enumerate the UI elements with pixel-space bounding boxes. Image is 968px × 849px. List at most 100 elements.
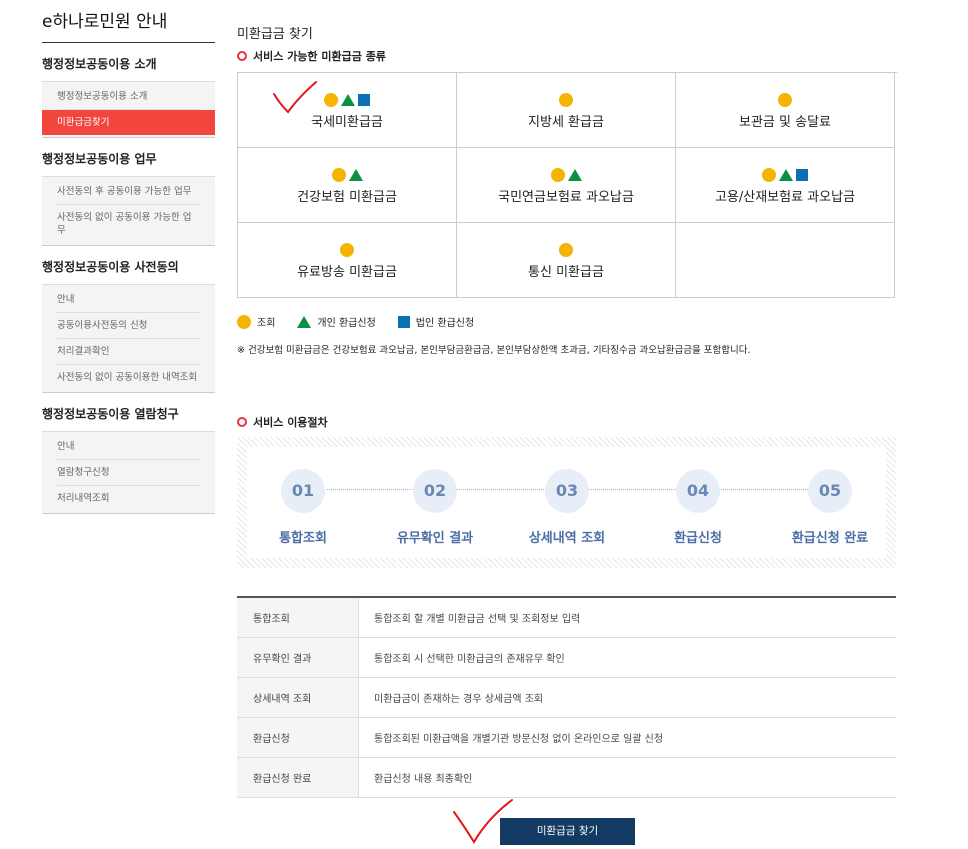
legend: 조회 개인 환급신청 법인 환급신청 <box>237 314 496 329</box>
table-cell-desc: 통합조회 할 개별 미환급금 선택 및 조회정보 입력 <box>358 597 896 638</box>
table-cell-desc: 통합조회 시 선택한 미환급금의 존재유무 확인 <box>358 637 896 678</box>
triangle-icon <box>567 169 582 181</box>
process-heading: 서비스 이용절차 <box>237 414 328 430</box>
square-icon <box>796 169 808 181</box>
sidebar-sub-list: 행정정보공동이용 소개 미환급금찾기 <box>42 82 215 138</box>
refund-type-icons <box>238 168 456 182</box>
bullet-icon <box>237 417 247 427</box>
process-heading-text: 서비스 이용절차 <box>253 416 328 429</box>
table-cell-step: 통합조회 <box>237 597 359 638</box>
sidebar-section-title[interactable]: 행정정보공동이용 사전동의 <box>42 246 215 285</box>
note-text: ※ 건강보험 미환급금은 건강보험료 과오납금, 본인부담금환급금, 본인부담상… <box>237 345 751 356</box>
table-row: 환급신청 완료 환급신청 내용 최종확인 <box>237 757 896 798</box>
types-heading: 서비스 가능한 미환급금 종류 <box>237 48 386 64</box>
square-icon <box>397 316 410 328</box>
step-5: 05 환급신청 완료 <box>760 469 900 546</box>
step-number: 02 <box>413 469 457 513</box>
process-steps: 01 통합조회 02 유무확인 결과 03 상세내역 조회 04 환급신청 05… <box>237 437 896 568</box>
table-cell-step: 유무확인 결과 <box>237 637 359 678</box>
step-number: 05 <box>808 469 852 513</box>
sidebar-item[interactable]: 안내 <box>57 434 200 460</box>
legend-item-personal: 개인 환급신청 <box>297 314 376 329</box>
refund-type-cell[interactable]: 보관금 및 송달료 <box>676 73 895 148</box>
refund-type-cell[interactable]: 지방세 환급금 <box>457 73 676 148</box>
refund-type-icons <box>676 93 894 107</box>
sidebar-title: e하나로민원 안내 <box>42 2 215 43</box>
process-table: 통합조회 통합조회 할 개별 미환급금 선택 및 조회정보 입력 유무확인 결과 통… <box>237 596 896 798</box>
step-number: 03 <box>545 469 589 513</box>
refund-type-label: 국민연금보험료 과오납금 <box>498 190 634 205</box>
sidebar-item[interactable]: 공동이용사전동의 신청 <box>57 313 200 339</box>
refund-type-label: 유료방송 미환급금 <box>297 265 397 280</box>
refund-type-label: 고용/산재보험료 과오납금 <box>714 190 856 205</box>
step-number: 04 <box>676 469 720 513</box>
step-2: 02 유무확인 결과 <box>365 469 505 546</box>
sidebar-item-intro[interactable]: 행정정보공동이용 소개 <box>57 84 200 110</box>
sidebar-sub-list: 안내 공동이용사전동의 신청 처리결과확인 사전동의 없이 공동이용한 내역조회 <box>42 285 215 393</box>
table-cell-desc: 환급신청 내용 최종확인 <box>358 757 896 798</box>
square-icon <box>358 94 370 106</box>
circle-icon <box>762 168 776 182</box>
legend-label: 조회 <box>257 318 276 329</box>
refund-type-cell <box>676 223 895 298</box>
refund-type-cell[interactable]: 통신 미환급금 <box>457 223 676 298</box>
refund-search-button[interactable]: 미환급금 찾기 <box>500 818 635 845</box>
sidebar-item[interactable]: 사전동의 없이 공동이용한 내역조회 <box>57 365 200 390</box>
step-4: 04 환급신청 <box>628 469 768 546</box>
refund-type-icons <box>676 243 894 257</box>
refund-type-icons <box>238 243 456 257</box>
sidebar-sub-list: 안내 열람청구신청 처리내역조회 <box>42 432 215 514</box>
sidebar-section-title[interactable]: 행정정보공동이용 열람청구 <box>42 393 215 432</box>
refund-type-cell[interactable]: 국민연금보험료 과오납금 <box>457 148 676 223</box>
refund-type-icons <box>676 168 894 182</box>
refund-type-cell[interactable]: 건강보험 미환급금 <box>238 148 457 223</box>
circle-icon <box>331 168 346 182</box>
refund-type-cell[interactable]: 유료방송 미환급금 <box>238 223 457 298</box>
table-row: 상세내역 조회 미환급금이 존재하는 경우 상세금액 조회 <box>237 677 896 718</box>
step-number: 01 <box>281 469 325 513</box>
circle-icon <box>324 93 338 107</box>
legend-label: 개인 환급신청 <box>317 318 376 329</box>
refund-type-icons <box>457 168 675 182</box>
sidebar-item[interactable]: 사전동의 없이 공동이용 가능한 업무 <box>57 205 200 243</box>
circle-icon <box>778 93 792 107</box>
circle-icon <box>550 168 565 182</box>
types-heading-text: 서비스 가능한 미환급금 종류 <box>253 50 386 63</box>
legend-label: 법인 환급신청 <box>415 318 475 329</box>
circle-icon <box>237 314 251 329</box>
triangle-icon <box>297 316 312 328</box>
red-check-mark-icon <box>453 799 513 844</box>
step-3: 03 상세내역 조회 <box>497 469 637 546</box>
sidebar-item[interactable]: 사전동의 후 공동이용 가능한 업무 <box>57 179 200 205</box>
refund-type-icons <box>457 93 675 107</box>
sidebar-item[interactable]: 안내 <box>57 287 200 313</box>
refund-type-cell[interactable]: 고용/산재보험료 과오납금 <box>676 148 895 223</box>
red-check-mark-icon <box>273 81 317 114</box>
circle-icon <box>559 93 573 107</box>
step-name: 유무확인 결과 <box>396 531 474 546</box>
table-cell-step: 상세내역 조회 <box>237 677 359 718</box>
step-name: 상세내역 조회 <box>528 531 606 546</box>
legend-item-corporate: 법인 환급신청 <box>397 314 475 329</box>
sidebar-item[interactable]: 열람청구신청 <box>57 460 200 486</box>
triangle-icon <box>348 169 363 181</box>
refund-type-label: 보관금 및 송달료 <box>739 115 831 130</box>
sidebar-section-title[interactable]: 행정정보공동이용 소개 <box>42 43 215 82</box>
sidebar: e하나로민원 안내 행정정보공동이용 소개 행정정보공동이용 소개 미환급금찾기… <box>42 0 215 514</box>
sidebar-item-refund-search[interactable]: 미환급금찾기 <box>42 110 215 135</box>
sidebar-item[interactable]: 처리내역조회 <box>57 486 200 511</box>
sidebar-section-title[interactable]: 행정정보공동이용 업무 <box>42 138 215 177</box>
bullet-icon <box>237 51 247 61</box>
step-name: 환급신청 <box>674 531 722 546</box>
circle-icon <box>559 243 573 257</box>
refund-type-label: 통신 미환급금 <box>528 265 604 280</box>
table-row: 유무확인 결과 통합조회 시 선택한 미환급금의 존재유무 확인 <box>237 637 896 678</box>
table-cell-step: 환급신청 완료 <box>237 757 359 798</box>
sidebar-item[interactable]: 처리결과확인 <box>57 339 200 365</box>
process-inner: 01 통합조회 02 유무확인 결과 03 상세내역 조회 04 환급신청 05… <box>247 447 886 558</box>
triangle-icon <box>779 169 793 181</box>
step-1: 01 통합조회 <box>233 469 373 546</box>
refund-type-icons <box>457 243 675 257</box>
refund-type-label: 지방세 환급금 <box>528 115 604 130</box>
circle-icon <box>340 243 354 257</box>
